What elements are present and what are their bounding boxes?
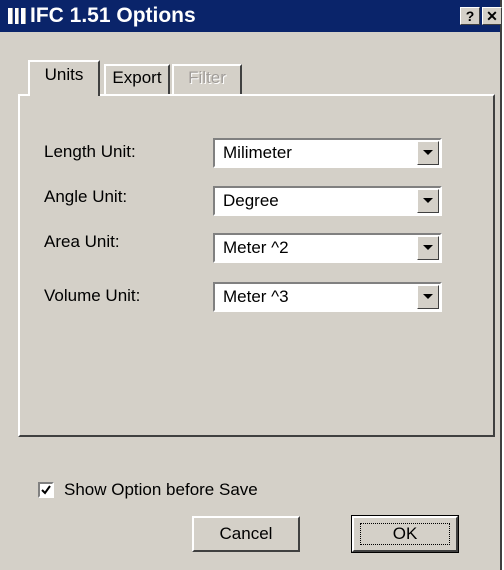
focus-rect	[360, 523, 450, 545]
help-button[interactable]: ?	[460, 7, 480, 25]
options-dialog: IFC 1.51 Options ? ✕ Units Export Filter…	[0, 0, 502, 570]
ok-button[interactable]: OK	[351, 515, 459, 553]
show-option-label[interactable]: Show Option before Save	[64, 480, 258, 500]
close-button[interactable]: ✕	[482, 7, 502, 25]
show-option-checkbox[interactable]	[38, 482, 54, 498]
window-title: IFC 1.51 Options	[30, 4, 196, 27]
units-panel	[18, 94, 495, 437]
tab-export[interactable]: Export	[104, 64, 170, 94]
tab-units[interactable]: Units	[28, 60, 100, 96]
tab-filter: Filter	[172, 64, 242, 94]
tab-filter-label: Filter	[188, 68, 226, 87]
title-bar[interactable]: IFC 1.51 Options ? ✕	[0, 0, 502, 32]
cancel-button[interactable]: Cancel	[192, 516, 300, 552]
checkmark-icon	[41, 485, 51, 495]
app-icon	[8, 8, 27, 24]
